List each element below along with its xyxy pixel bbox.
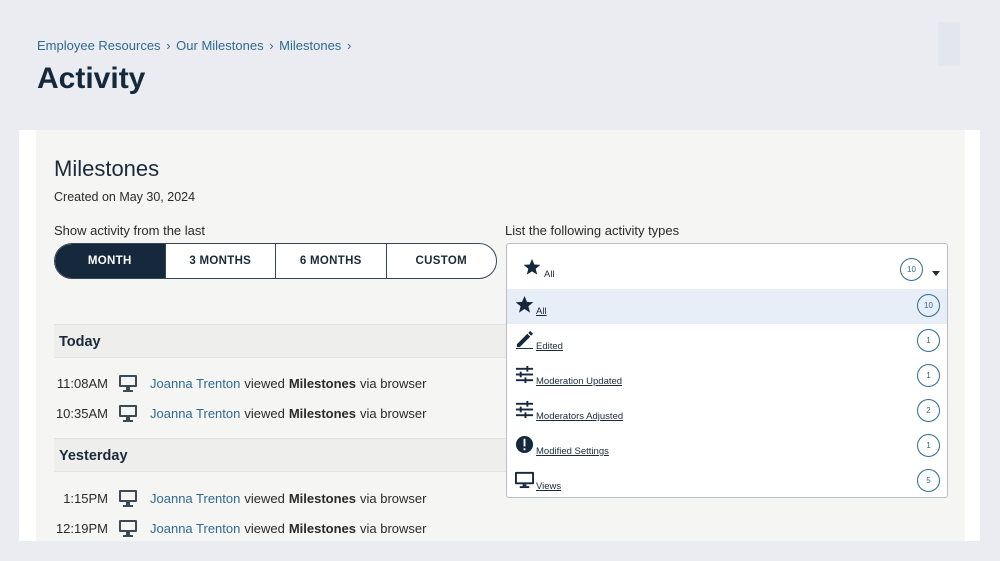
- breadcrumb-link-employee-resources[interactable]: Employee Resources: [37, 38, 161, 53]
- entry-time: 10:35AM: [55, 405, 108, 421]
- option-count-badge: 1: [917, 364, 940, 387]
- breadcrumb-link-our-milestones[interactable]: Our Milestones: [176, 38, 263, 53]
- monitor-icon: [119, 405, 137, 422]
- activity-entry: 10:35AM Joanna Trenton viewed Milestones…: [54, 403, 514, 423]
- range-3-months-button[interactable]: 3 MONTHS: [164, 244, 276, 278]
- entry-via: via browser: [360, 490, 427, 506]
- entry-time: 12:19PM: [55, 520, 108, 536]
- option-count-badge: 5: [917, 469, 940, 492]
- range-selector: MONTH 3 MONTHS 6 MONTHS CUSTOM: [54, 243, 497, 279]
- entry-time: 11:08AM: [56, 375, 108, 391]
- activity-entry: 11:08AM Joanna Trenton viewed Milestones…: [54, 373, 514, 393]
- entry-item: Milestones: [288, 405, 357, 421]
- entry-user-link[interactable]: Joanna Trenton: [150, 491, 240, 506]
- exclamation-icon: [515, 435, 534, 454]
- sliders-icon: [515, 400, 534, 419]
- option-label: Views: [536, 481, 562, 492]
- monitor-icon: [119, 520, 137, 537]
- activity-type-option-views[interactable]: Views 5: [507, 464, 947, 499]
- entry-via: via browser: [360, 375, 427, 391]
- option-label: Modified Settings: [536, 446, 609, 457]
- range-6-months-button[interactable]: 6 MONTHS: [275, 244, 386, 278]
- entry-via: via browser: [360, 520, 427, 536]
- entry-user-link[interactable]: Joanna Trenton: [150, 521, 240, 536]
- option-label: Moderation Updated: [536, 376, 623, 387]
- option-label: Moderators Adjusted: [536, 411, 624, 422]
- breadcrumb-separator: ›: [166, 38, 171, 53]
- entry-item: Milestones: [288, 375, 357, 391]
- activity-type-option-moderators-adjusted[interactable]: Moderators Adjusted 2: [507, 394, 947, 429]
- section-heading-yesterday: Yesterday: [54, 438, 509, 472]
- activity-entry: 1:15PM Joanna Trenton viewed Milestones …: [54, 488, 514, 508]
- entry-verb: viewed: [244, 490, 285, 506]
- entry-verb: viewed: [244, 520, 285, 536]
- option-count-badge: 1: [917, 329, 940, 352]
- selected-type-label: All: [544, 269, 555, 280]
- entry-item: Milestones: [288, 490, 357, 506]
- activity-type-option-edited[interactable]: Edited 1: [507, 324, 947, 359]
- selected-count-badge: 10: [900, 258, 923, 281]
- activity-types-label: List the following activity types: [505, 223, 680, 238]
- entry-user-link[interactable]: Joanna Trenton: [150, 406, 240, 421]
- monitor-icon: [515, 471, 534, 489]
- entry-item: Milestones: [288, 520, 357, 536]
- breadcrumb-separator: ›: [269, 38, 274, 53]
- page-title: Activity: [37, 62, 146, 95]
- entry-user-link[interactable]: Joanna Trenton: [150, 376, 240, 391]
- milestone-title: Milestones: [54, 156, 160, 181]
- activity-type-dropdown: All 10 All 10 Edited 1 Moderation Update…: [506, 243, 948, 498]
- monitor-icon: [119, 375, 137, 392]
- option-count-badge: 2: [917, 399, 940, 422]
- chevron-down-icon[interactable]: [932, 271, 940, 276]
- option-label: All: [536, 306, 547, 317]
- star-icon: [515, 295, 534, 313]
- activity-entry: 12:19PM Joanna Trenton viewed Milestones…: [54, 518, 514, 538]
- sliders-icon: [515, 365, 534, 384]
- range-month-button[interactable]: MONTH: [55, 244, 165, 278]
- breadcrumb: Employee Resources › Our Milestones › Mi…: [37, 38, 353, 53]
- section-heading-today: Today: [54, 324, 509, 358]
- pencil-icon: [515, 330, 534, 349]
- range-custom-button[interactable]: CUSTOM: [385, 244, 497, 278]
- option-count-badge: 10: [917, 294, 940, 317]
- breadcrumb-link-milestones[interactable]: Milestones: [279, 38, 341, 53]
- entry-verb: viewed: [244, 375, 285, 391]
- corner-placeholder: [938, 22, 960, 66]
- entry-verb: viewed: [244, 405, 285, 421]
- option-count-badge: 1: [917, 434, 940, 457]
- entry-via: via browser: [360, 405, 427, 421]
- breadcrumb-separator: ›: [346, 38, 352, 53]
- entry-time: 1:15PM: [63, 490, 108, 506]
- activity-type-option-modified-settings[interactable]: Modified Settings 1: [507, 429, 947, 464]
- created-date: Created on May 30, 2024: [54, 190, 196, 204]
- option-label: Edited: [536, 341, 563, 352]
- activity-type-select[interactable]: All 10: [507, 244, 947, 289]
- range-label: Show activity from the last: [54, 223, 205, 238]
- monitor-icon: [119, 490, 137, 507]
- star-icon: [523, 258, 541, 275]
- activity-type-option-all[interactable]: All 10: [507, 289, 947, 324]
- activity-type-option-moderation-updated[interactable]: Moderation Updated 1: [507, 359, 947, 394]
